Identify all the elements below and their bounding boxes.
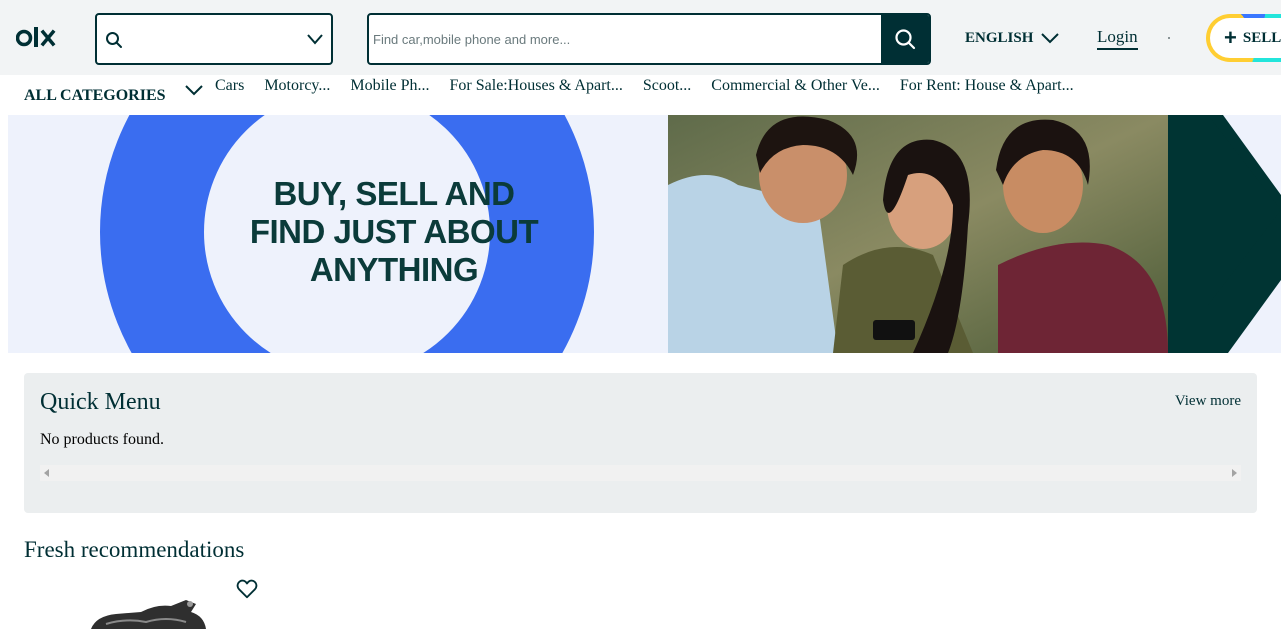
sell-label: SELL: [1242, 29, 1281, 46]
heart-icon[interactable]: [236, 578, 258, 600]
banner-line-1: BUY, SELL AND: [273, 175, 515, 212]
language-label: ENGLISH: [965, 29, 1034, 46]
language-selector[interactable]: ENGLISH: [965, 28, 1061, 48]
fresh-recommendations-title: Fresh recommendations: [24, 537, 245, 562]
listing-thumbnail-motorcycle[interactable]: [86, 598, 208, 629]
quick-menu-title: Quick Menu: [40, 389, 161, 415]
search-button[interactable]: [881, 15, 929, 63]
horizontal-scrollbar[interactable]: [40, 465, 1241, 481]
hero-banner[interactable]: BUY, SELL AND FIND JUST ABOUT ANYTHING: [8, 115, 1281, 353]
all-categories-label[interactable]: ALL CATEGORIES: [24, 87, 166, 105]
top-header: ENGLISH Login + SELL: [0, 0, 1281, 75]
banner-headline: BUY, SELL AND FIND JUST ABOUT ANYTHING: [204, 175, 584, 289]
location-selector[interactable]: [95, 13, 333, 65]
chevron-down-icon: [1041, 33, 1060, 44]
separator-dot: [1168, 37, 1170, 39]
category-item-for-rent-houses[interactable]: For Rent: House & Apart...: [900, 77, 1074, 95]
banner-line-3: ANYTHING: [309, 251, 479, 288]
chevron-down-icon[interactable]: [183, 80, 205, 100]
view-more-link[interactable]: View more: [1175, 393, 1241, 410]
chevron-down-icon[interactable]: [305, 29, 325, 49]
scroll-right-arrow-icon[interactable]: [1232, 469, 1237, 477]
banner-arrow-graphic: [1168, 115, 1281, 353]
sell-button-inner: + SELL: [1210, 18, 1281, 58]
search-icon: [106, 32, 122, 48]
category-item-commercial-vehicles[interactable]: Commercial & Other Ve...: [711, 77, 880, 95]
search-icon: [895, 29, 916, 50]
search-input[interactable]: [369, 15, 881, 63]
category-item-motorcycles[interactable]: Motorcy...: [264, 77, 330, 95]
sell-button[interactable]: + SELL: [1206, 14, 1281, 62]
category-item-scooters[interactable]: Scoot...: [643, 77, 691, 95]
banner-graphic: BUY, SELL AND FIND JUST ABOUT ANYTHING: [8, 115, 668, 353]
quick-menu-panel: Quick Menu View more No products found.: [24, 373, 1257, 513]
scroll-left-arrow-icon[interactable]: [44, 469, 49, 477]
category-item-cars[interactable]: Cars: [215, 77, 244, 95]
login-link[interactable]: Login: [1097, 27, 1138, 50]
empty-message: No products found.: [40, 431, 164, 448]
olx-logo[interactable]: [16, 26, 60, 50]
banner-right-panel: [1168, 115, 1281, 353]
category-item-for-sale-houses[interactable]: For Sale:Houses & Apart...: [450, 77, 623, 95]
category-bar: ALL CATEGORIES Cars Motorcy... Mobile Ph…: [0, 75, 1281, 115]
plus-icon: +: [1224, 25, 1237, 50]
banner-line-2: FIND JUST ABOUT: [249, 213, 539, 250]
banner-photo: [668, 115, 1168, 353]
category-list: Cars Motorcy... Mobile Ph... For Sale:Ho…: [215, 77, 1094, 95]
search-bar: [367, 13, 931, 65]
category-item-mobile-phones[interactable]: Mobile Ph...: [350, 77, 429, 95]
